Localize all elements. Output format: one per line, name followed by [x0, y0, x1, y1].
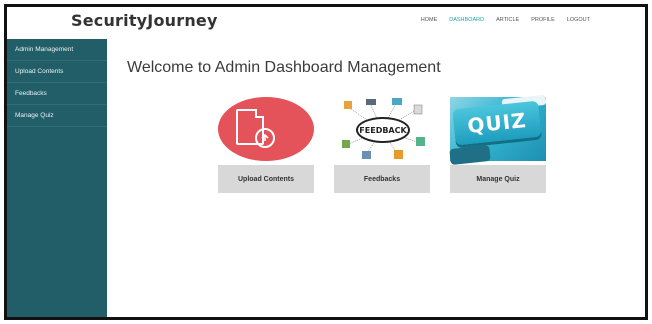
quiz-keyboard-image: QUIZ: [449, 94, 547, 166]
feedback-bubble: FEEDBACK: [356, 117, 410, 143]
quiz-card: QUIZ Manage Quiz: [449, 94, 547, 193]
sidebar-item-admin-management[interactable]: Admin Management: [7, 39, 107, 61]
quiz-key-label: QUIZ: [466, 107, 528, 139]
brand-logo[interactable]: SecurityJourney: [71, 11, 218, 30]
nav-article-link[interactable]: ARTICLE: [496, 17, 519, 23]
nav-dashboard-link[interactable]: DASHBOARD: [449, 17, 484, 23]
main-content: Welcome to Admin Dashboard Management Up…: [107, 39, 645, 317]
upload-file-icon: [218, 97, 314, 161]
nav-profile-link[interactable]: PROFILE: [531, 17, 555, 23]
feedbacks-button[interactable]: Feedbacks: [334, 165, 430, 193]
sidebar-item-feedbacks[interactable]: Feedbacks: [7, 83, 107, 105]
top-nav-links: HOME DASHBOARD ARTICLE PROFILE LOGOUT: [421, 17, 590, 23]
sidebar: Admin Management Upload Contents Feedbac…: [7, 39, 107, 317]
upload-contents-button[interactable]: Upload Contents: [218, 165, 314, 193]
page-title: Welcome to Admin Dashboard Management: [127, 59, 441, 76]
feedback-card: FEEDBACK Feedbacks: [334, 97, 430, 193]
sidebar-item-manage-quiz[interactable]: Manage Quiz: [7, 105, 107, 127]
sidebar-item-upload-contents[interactable]: Upload Contents: [7, 61, 107, 83]
upload-card: Upload Contents: [218, 97, 314, 193]
browser-frame: SecurityJourney HOME DASHBOARD ARTICLE P…: [4, 4, 648, 320]
nav-home-link[interactable]: HOME: [421, 17, 438, 23]
nav-logout-link[interactable]: LOGOUT: [567, 17, 590, 23]
feedback-illustration-icon: FEEDBACK: [334, 97, 430, 161]
top-navbar: SecurityJourney HOME DASHBOARD ARTICLE P…: [7, 7, 645, 40]
manage-quiz-button[interactable]: Manage Quiz: [450, 165, 546, 193]
